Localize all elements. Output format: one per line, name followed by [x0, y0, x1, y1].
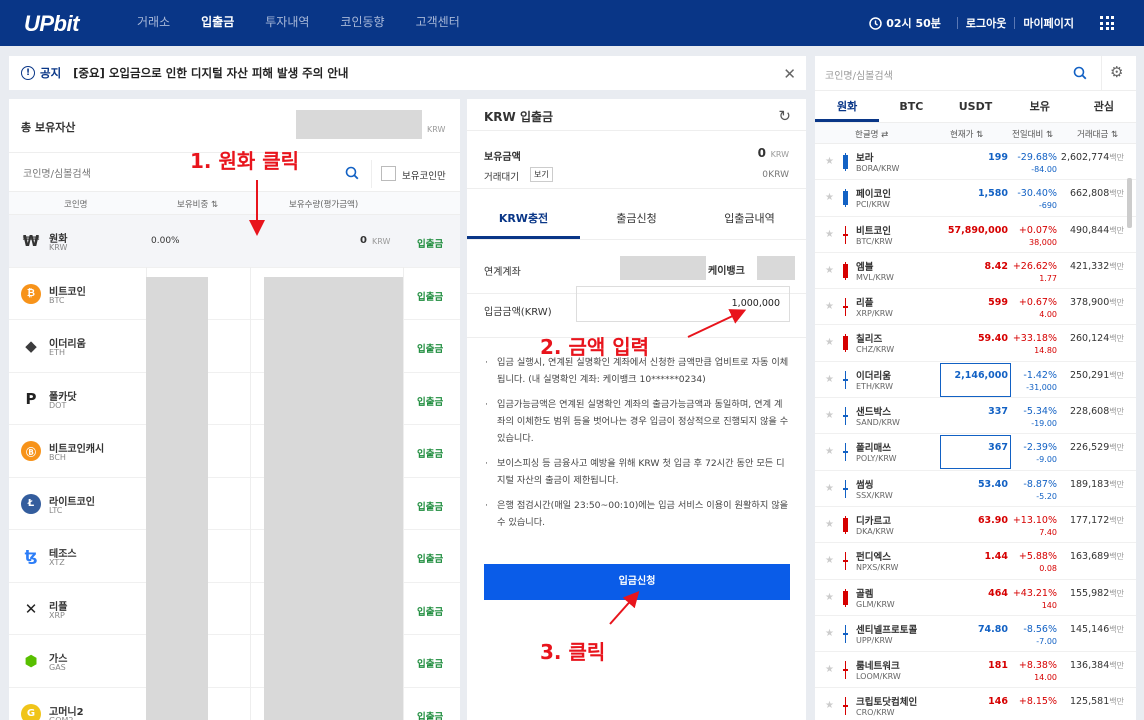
annotation-step3: 3. 클릭	[540, 640, 606, 664]
annotation-step2: 2. 금액 입력	[540, 335, 650, 359]
annotation-arrows	[249, 180, 747, 625]
arrow-step3	[609, 591, 640, 625]
arrow-step2	[687, 309, 747, 338]
